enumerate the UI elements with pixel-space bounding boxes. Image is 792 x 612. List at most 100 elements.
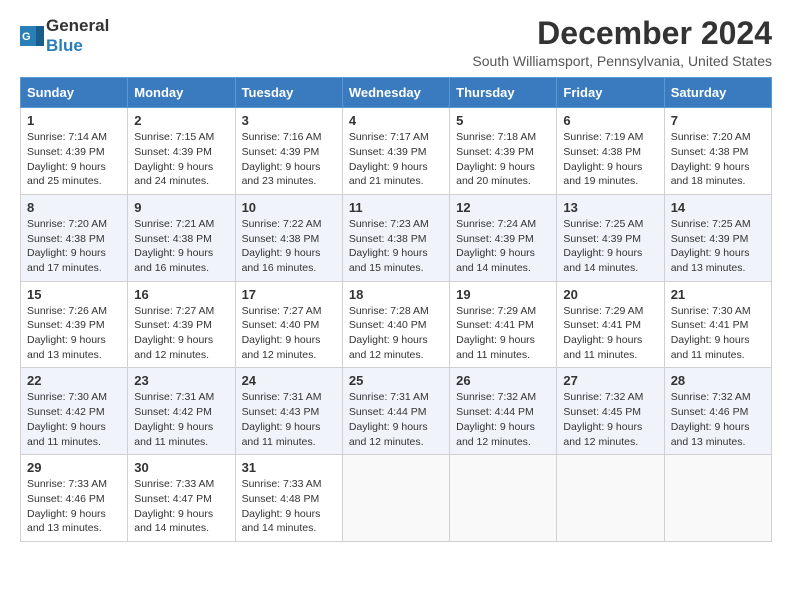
day-info: Sunrise: 7:22 AMSunset: 4:38 PMDaylight:…: [242, 217, 336, 276]
day-info: Sunrise: 7:32 AMSunset: 4:46 PMDaylight:…: [671, 390, 765, 449]
day-number: 14: [671, 200, 765, 215]
calendar-cell: 19 Sunrise: 7:29 AMSunset: 4:41 PMDaylig…: [450, 281, 557, 368]
day-number: 19: [456, 287, 550, 302]
day-number: 21: [671, 287, 765, 302]
col-tuesday: Tuesday: [235, 78, 342, 108]
calendar-cell: 11 Sunrise: 7:23 AMSunset: 4:38 PMDaylig…: [342, 194, 449, 281]
day-info: Sunrise: 7:29 AMSunset: 4:41 PMDaylight:…: [456, 304, 550, 363]
day-number: 13: [563, 200, 657, 215]
calendar-cell: 8 Sunrise: 7:20 AMSunset: 4:38 PMDayligh…: [21, 194, 128, 281]
col-thursday: Thursday: [450, 78, 557, 108]
calendar-cell: 2 Sunrise: 7:15 AMSunset: 4:39 PMDayligh…: [128, 108, 235, 195]
calendar-cell: 18 Sunrise: 7:28 AMSunset: 4:40 PMDaylig…: [342, 281, 449, 368]
calendar-cell: [557, 455, 664, 542]
calendar-cell: 17 Sunrise: 7:27 AMSunset: 4:40 PMDaylig…: [235, 281, 342, 368]
day-number: 9: [134, 200, 228, 215]
day-number: 3: [242, 113, 336, 128]
day-number: 15: [27, 287, 121, 302]
calendar-cell: 3 Sunrise: 7:16 AMSunset: 4:39 PMDayligh…: [235, 108, 342, 195]
calendar-cell: 31 Sunrise: 7:33 AMSunset: 4:48 PMDaylig…: [235, 455, 342, 542]
day-number: 1: [27, 113, 121, 128]
logo-general-text: General: [46, 16, 109, 35]
day-info: Sunrise: 7:33 AMSunset: 4:48 PMDaylight:…: [242, 477, 336, 536]
calendar-cell: 29 Sunrise: 7:33 AMSunset: 4:46 PMDaylig…: [21, 455, 128, 542]
day-info: Sunrise: 7:29 AMSunset: 4:41 PMDaylight:…: [563, 304, 657, 363]
day-info: Sunrise: 7:32 AMSunset: 4:45 PMDaylight:…: [563, 390, 657, 449]
day-number: 20: [563, 287, 657, 302]
calendar-cell: 10 Sunrise: 7:22 AMSunset: 4:38 PMDaylig…: [235, 194, 342, 281]
day-info: Sunrise: 7:20 AMSunset: 4:38 PMDaylight:…: [671, 130, 765, 189]
general-blue-logo-icon: G: [20, 26, 44, 46]
calendar-cell: 24 Sunrise: 7:31 AMSunset: 4:43 PMDaylig…: [235, 368, 342, 455]
day-number: 23: [134, 373, 228, 388]
calendar-cell: 30 Sunrise: 7:33 AMSunset: 4:47 PMDaylig…: [128, 455, 235, 542]
day-number: 4: [349, 113, 443, 128]
calendar-header-row: Sunday Monday Tuesday Wednesday Thursday…: [21, 78, 772, 108]
day-info: Sunrise: 7:25 AMSunset: 4:39 PMDaylight:…: [671, 217, 765, 276]
day-number: 2: [134, 113, 228, 128]
calendar-cell: 13 Sunrise: 7:25 AMSunset: 4:39 PMDaylig…: [557, 194, 664, 281]
page-subtitle: South Williamsport, Pennsylvania, United…: [472, 53, 772, 69]
day-number: 6: [563, 113, 657, 128]
calendar-row: 15 Sunrise: 7:26 AMSunset: 4:39 PMDaylig…: [21, 281, 772, 368]
calendar-cell: 12 Sunrise: 7:24 AMSunset: 4:39 PMDaylig…: [450, 194, 557, 281]
calendar-cell: 1 Sunrise: 7:14 AMSunset: 4:39 PMDayligh…: [21, 108, 128, 195]
day-number: 26: [456, 373, 550, 388]
col-wednesday: Wednesday: [342, 78, 449, 108]
calendar-cell: 16 Sunrise: 7:27 AMSunset: 4:39 PMDaylig…: [128, 281, 235, 368]
day-number: 30: [134, 460, 228, 475]
day-info: Sunrise: 7:30 AMSunset: 4:42 PMDaylight:…: [27, 390, 121, 449]
calendar-cell: 14 Sunrise: 7:25 AMSunset: 4:39 PMDaylig…: [664, 194, 771, 281]
day-info: Sunrise: 7:26 AMSunset: 4:39 PMDaylight:…: [27, 304, 121, 363]
calendar-cell: [450, 455, 557, 542]
day-number: 28: [671, 373, 765, 388]
day-number: 29: [27, 460, 121, 475]
day-info: Sunrise: 7:25 AMSunset: 4:39 PMDaylight:…: [563, 217, 657, 276]
day-info: Sunrise: 7:31 AMSunset: 4:44 PMDaylight:…: [349, 390, 443, 449]
day-info: Sunrise: 7:24 AMSunset: 4:39 PMDaylight:…: [456, 217, 550, 276]
calendar-cell: 6 Sunrise: 7:19 AMSunset: 4:38 PMDayligh…: [557, 108, 664, 195]
day-info: Sunrise: 7:20 AMSunset: 4:38 PMDaylight:…: [27, 217, 121, 276]
day-number: 18: [349, 287, 443, 302]
calendar-table: Sunday Monday Tuesday Wednesday Thursday…: [20, 77, 772, 542]
logo-blue-text: Blue: [46, 36, 83, 55]
calendar-cell: 20 Sunrise: 7:29 AMSunset: 4:41 PMDaylig…: [557, 281, 664, 368]
day-info: Sunrise: 7:17 AMSunset: 4:39 PMDaylight:…: [349, 130, 443, 189]
day-number: 11: [349, 200, 443, 215]
day-info: Sunrise: 7:30 AMSunset: 4:41 PMDaylight:…: [671, 304, 765, 363]
day-info: Sunrise: 7:28 AMSunset: 4:40 PMDaylight:…: [349, 304, 443, 363]
day-number: 7: [671, 113, 765, 128]
day-number: 5: [456, 113, 550, 128]
day-number: 17: [242, 287, 336, 302]
calendar-cell: 9 Sunrise: 7:21 AMSunset: 4:38 PMDayligh…: [128, 194, 235, 281]
calendar-cell: 27 Sunrise: 7:32 AMSunset: 4:45 PMDaylig…: [557, 368, 664, 455]
calendar-cell: 21 Sunrise: 7:30 AMSunset: 4:41 PMDaylig…: [664, 281, 771, 368]
day-number: 12: [456, 200, 550, 215]
logo: G General Blue: [20, 16, 109, 56]
calendar-cell: [342, 455, 449, 542]
day-info: Sunrise: 7:31 AMSunset: 4:43 PMDaylight:…: [242, 390, 336, 449]
day-info: Sunrise: 7:16 AMSunset: 4:39 PMDaylight:…: [242, 130, 336, 189]
day-info: Sunrise: 7:32 AMSunset: 4:44 PMDaylight:…: [456, 390, 550, 449]
day-number: 27: [563, 373, 657, 388]
page-header: G General Blue December 2024 South Willi…: [20, 16, 772, 69]
calendar-cell: 15 Sunrise: 7:26 AMSunset: 4:39 PMDaylig…: [21, 281, 128, 368]
day-info: Sunrise: 7:19 AMSunset: 4:38 PMDaylight:…: [563, 130, 657, 189]
page-title: December 2024: [472, 16, 772, 51]
day-number: 24: [242, 373, 336, 388]
day-info: Sunrise: 7:14 AMSunset: 4:39 PMDaylight:…: [27, 130, 121, 189]
day-info: Sunrise: 7:18 AMSunset: 4:39 PMDaylight:…: [456, 130, 550, 189]
calendar-row: 8 Sunrise: 7:20 AMSunset: 4:38 PMDayligh…: [21, 194, 772, 281]
calendar-cell: 7 Sunrise: 7:20 AMSunset: 4:38 PMDayligh…: [664, 108, 771, 195]
day-number: 16: [134, 287, 228, 302]
day-number: 10: [242, 200, 336, 215]
calendar-cell: 28 Sunrise: 7:32 AMSunset: 4:46 PMDaylig…: [664, 368, 771, 455]
calendar-row: 1 Sunrise: 7:14 AMSunset: 4:39 PMDayligh…: [21, 108, 772, 195]
day-number: 8: [27, 200, 121, 215]
calendar-row: 29 Sunrise: 7:33 AMSunset: 4:46 PMDaylig…: [21, 455, 772, 542]
calendar-cell: 4 Sunrise: 7:17 AMSunset: 4:39 PMDayligh…: [342, 108, 449, 195]
day-info: Sunrise: 7:33 AMSunset: 4:47 PMDaylight:…: [134, 477, 228, 536]
day-info: Sunrise: 7:27 AMSunset: 4:39 PMDaylight:…: [134, 304, 228, 363]
day-info: Sunrise: 7:33 AMSunset: 4:46 PMDaylight:…: [27, 477, 121, 536]
day-info: Sunrise: 7:15 AMSunset: 4:39 PMDaylight:…: [134, 130, 228, 189]
